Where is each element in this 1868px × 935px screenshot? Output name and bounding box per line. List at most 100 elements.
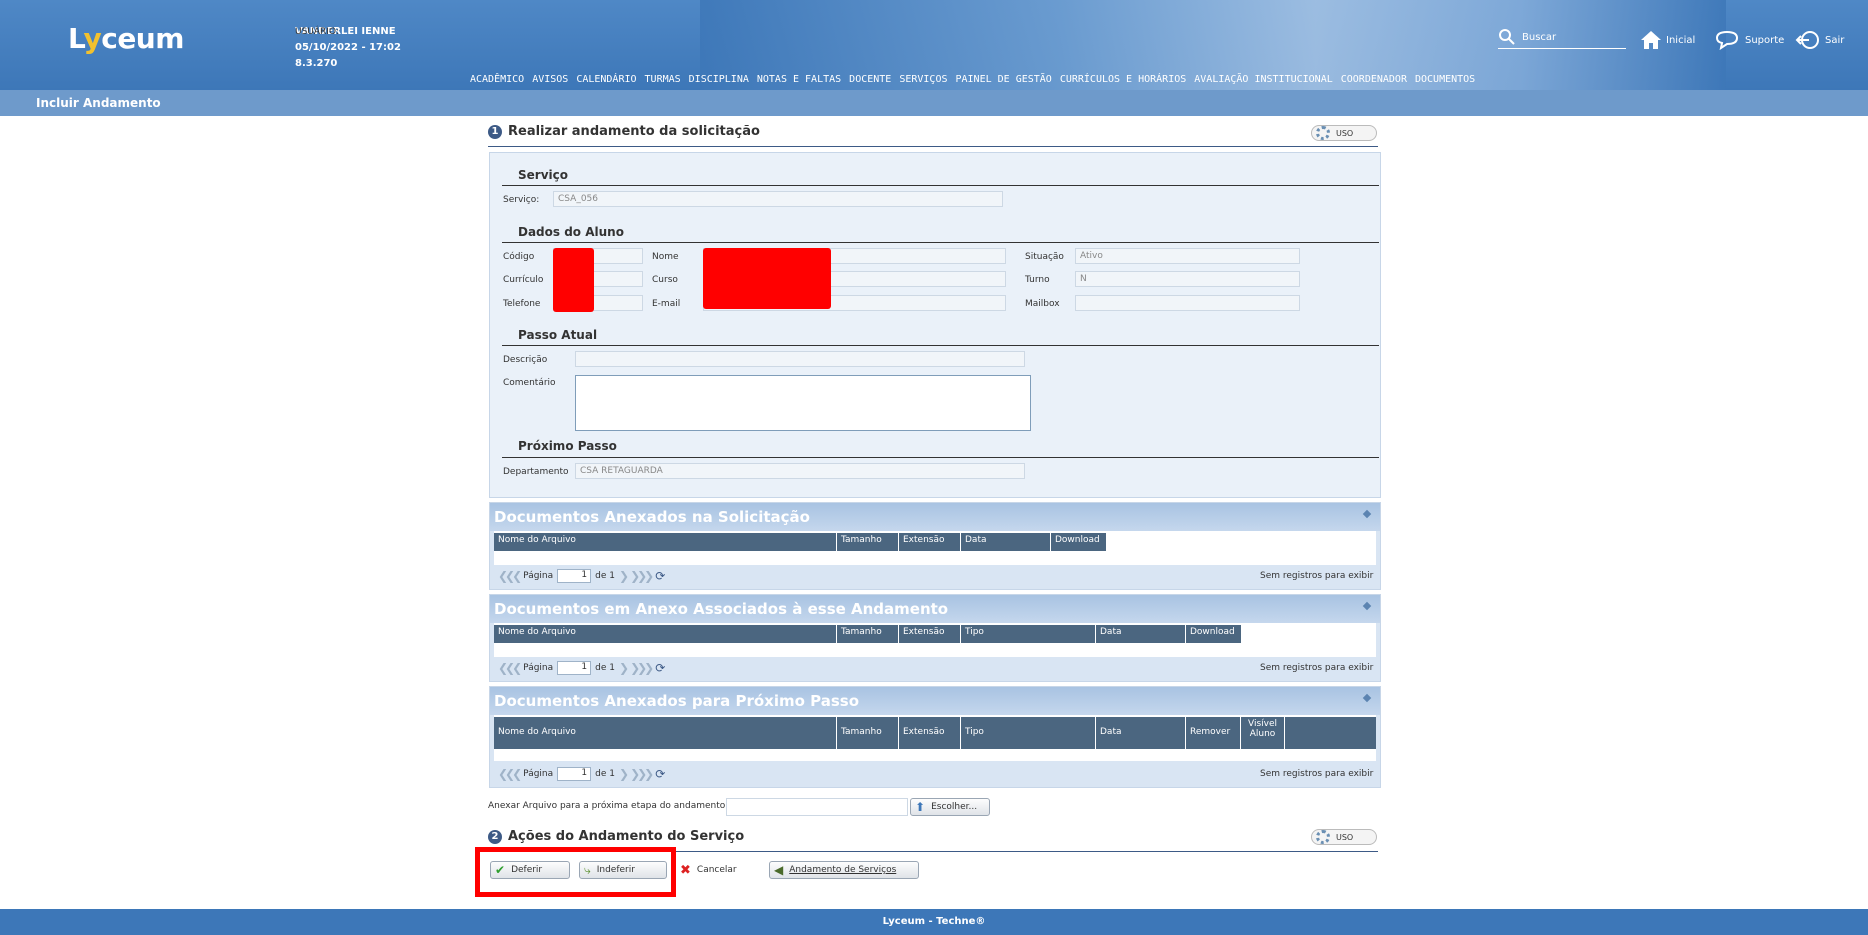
comentario-label: Comentário — [503, 378, 556, 388]
col-data[interactable]: Data — [1096, 717, 1186, 749]
passo-atual-divider — [502, 345, 1379, 346]
refresh-icon[interactable]: ⟳ — [655, 661, 665, 675]
refresh-icon[interactable]: ⟳ — [655, 767, 665, 781]
col-nome-arquivo[interactable]: Nome do Arquivo — [494, 625, 837, 643]
search-icon — [1499, 29, 1515, 45]
page-title-bar: Incluir Andamento — [0, 90, 1868, 116]
servico-field[interactable]: CSA_056 — [553, 191, 1003, 207]
col-tamanho[interactable]: Tamanho — [837, 533, 899, 551]
back-arrow-icon: ◀ — [774, 863, 784, 877]
col-tamanho[interactable]: Tamanho — [837, 717, 899, 749]
col-visivel-aluno[interactable]: Visível Aluno — [1241, 717, 1285, 749]
curriculo-label: Currículo — [503, 275, 544, 285]
menu-academico[interactable]: ACADÊMICO — [470, 74, 524, 85]
comentario-textarea[interactable] — [575, 375, 1031, 431]
section1-title-text: Realizar andamento da solicitação — [508, 124, 760, 139]
gear-icon — [1316, 830, 1330, 844]
menu-documentos[interactable]: DOCUMENTOS — [1415, 74, 1475, 85]
col-data[interactable]: Data — [1096, 625, 1186, 643]
nav-home[interactable]: Inicial — [1640, 30, 1695, 50]
uso-toggle-2[interactable]: USO — [1311, 829, 1377, 845]
no-records-text: Sem registros para exibir — [1260, 571, 1374, 581]
first-page-icon[interactable]: ❮❮❮ — [498, 569, 522, 583]
header: Lyceum USUÁRIO: VANDERLEI IENNE 05/10/20… — [0, 0, 1868, 90]
departamento-field[interactable]: CSA RETAGUARDA — [575, 463, 1025, 479]
uso-toggle-1[interactable]: USO — [1311, 125, 1377, 141]
menu-painel-gestao[interactable]: PAINEL DE GESTÃO — [956, 74, 1052, 85]
grid-title: Documentos Anexados para Próximo Passo — [494, 692, 860, 710]
col-download[interactable]: Download — [1186, 625, 1242, 643]
mailbox-label: Mailbox — [1025, 299, 1060, 309]
attach-file-input[interactable] — [726, 798, 908, 816]
col-download[interactable]: Download — [1051, 533, 1107, 551]
next-page-icon[interactable]: ❯ — [619, 569, 629, 583]
choose-file-button[interactable]: ⬆ Escolher... — [910, 798, 990, 816]
col-extensao[interactable]: Extensão — [899, 717, 961, 749]
grid-title: Documentos em Anexo Associados à esse An… — [494, 600, 949, 618]
next-page-icon[interactable]: ❯ — [619, 661, 629, 675]
section1-title: 1 Realizar andamento da solicitação — [488, 124, 760, 139]
descricao-field[interactable] — [575, 351, 1025, 367]
section2-number: 2 — [488, 829, 502, 844]
refresh-icon[interactable]: ⟳ — [655, 569, 665, 583]
attach-label: Anexar Arquivo para a próxima etapa do a… — [488, 801, 726, 811]
gear-icon — [1316, 126, 1330, 140]
passo-atual-heading: Passo Atual — [518, 328, 598, 342]
menu-avaliacao-institucional[interactable]: AVALIAÇÃO INSTITUCIONAL — [1194, 74, 1332, 85]
col-tipo[interactable]: Tipo — [961, 717, 1096, 749]
mailbox-field[interactable] — [1075, 295, 1300, 311]
departamento-label: Departamento — [503, 467, 569, 477]
curso-label: Curso — [652, 275, 678, 285]
next-page-icon[interactable]: ❯ — [619, 767, 629, 781]
col-nome-arquivo[interactable]: Nome do Arquivo — [494, 717, 837, 749]
first-page-icon[interactable]: ❮❮❮ — [498, 767, 522, 781]
col-nome-arquivo[interactable]: Nome do Arquivo — [494, 533, 837, 551]
grid-title: Documentos Anexados na Solicitação — [494, 508, 810, 526]
nav-support[interactable]: Suporte — [1715, 30, 1784, 50]
turno-label: Turno — [1025, 275, 1050, 285]
col-extensao[interactable]: Extensão — [899, 533, 961, 551]
menu-turmas[interactable]: TURMAS — [645, 74, 681, 85]
lyceum-logo[interactable]: Lyceum — [68, 22, 184, 55]
no-records-text: Sem registros para exibir — [1260, 663, 1374, 673]
andamento-servicos-button[interactable]: ◀ Andamento de Serviços — [769, 861, 919, 879]
col-data[interactable]: Data — [961, 533, 1051, 551]
page-input[interactable]: 1 — [557, 661, 592, 675]
first-page-icon[interactable]: ❮❮❮ — [498, 661, 522, 675]
search-box[interactable]: Buscar — [1498, 28, 1626, 49]
last-page-icon[interactable]: ❯❯❯ — [630, 569, 654, 583]
col-tamanho[interactable]: Tamanho — [837, 625, 899, 643]
turno-field[interactable]: N — [1075, 271, 1300, 287]
col-tipo[interactable]: Tipo — [961, 625, 1096, 643]
last-page-icon[interactable]: ❯❯❯ — [630, 767, 654, 781]
grid-body: Nome do Arquivo Tamanho Extensão Tipo Da… — [494, 623, 1376, 657]
last-page-icon[interactable]: ❯❯❯ — [630, 661, 654, 675]
col-extensao[interactable]: Extensão — [899, 625, 961, 643]
datetime: 05/10/2022 - 17:02 — [295, 42, 401, 53]
menu-coordenador[interactable]: COORDENADOR — [1341, 74, 1407, 85]
col-remover[interactable]: Remover — [1186, 717, 1241, 749]
grid-header: Nome do Arquivo Tamanho Extensão Tipo Da… — [494, 717, 1376, 749]
menu-servicos[interactable]: SERVIÇOS — [899, 74, 947, 85]
situacao-field[interactable]: Ativo — [1075, 248, 1300, 264]
home-icon — [1641, 31, 1661, 49]
grid-body: Nome do Arquivo Tamanho Extensão Data Do… — [494, 531, 1376, 565]
aluno-divider — [502, 242, 1379, 243]
nav-exit[interactable]: Sair — [1795, 30, 1844, 50]
menu-notas-faltas[interactable]: NOTAS E FALTAS — [757, 74, 841, 85]
page-input[interactable]: 1 — [557, 569, 592, 583]
upload-icon: ⬆ — [915, 800, 926, 814]
page-input[interactable]: 1 — [557, 767, 592, 781]
section2-title: 2 Ações do Andamento do Serviço — [488, 829, 744, 844]
menu-curriculos-horarios[interactable]: CURRÍCULOS E HORÁRIOS — [1060, 74, 1186, 85]
proximo-passo-heading: Próximo Passo — [518, 439, 617, 453]
grid-pager: ❮❮❮ Página 1 de 1 ❯ ❯❯❯ ⟳ — [498, 767, 666, 781]
codigo-label: Código — [503, 252, 535, 262]
menu-docente[interactable]: DOCENTE — [849, 74, 891, 85]
menu-calendario[interactable]: CALENDÁRIO — [576, 74, 636, 85]
servico-label: Serviço: — [503, 195, 540, 205]
menu-disciplina[interactable]: DISCIPLINA — [689, 74, 749, 85]
cancelar-button[interactable]: ✖ Cancelar — [676, 861, 760, 879]
nome-label: Nome — [652, 252, 679, 262]
menu-avisos[interactable]: AVISOS — [532, 74, 568, 85]
